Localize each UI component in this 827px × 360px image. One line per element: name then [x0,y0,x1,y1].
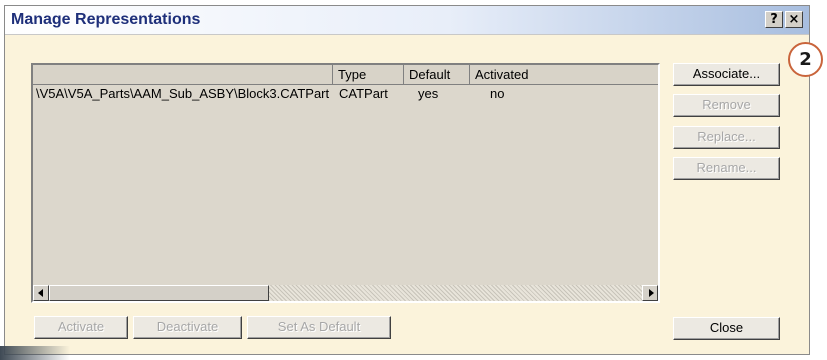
deactivate-button[interactable]: Deactivate [133,316,242,339]
arrow-left-icon [38,289,43,297]
horizontal-scrollbar[interactable] [33,285,658,301]
column-header-name[interactable] [33,65,333,85]
scroll-right-button[interactable] [642,285,658,301]
step-callout-badge: 2 [788,42,823,77]
window-title: Manage Representations [11,11,201,28]
scroll-left-button[interactable] [33,285,49,301]
column-header-type[interactable]: Type [333,65,404,85]
rename-button[interactable]: Rename... [673,157,780,180]
set-as-default-button[interactable]: Set As Default [247,316,391,339]
row-default[interactable]: yes [418,86,438,101]
scrollbar-track[interactable] [269,285,642,301]
scrollbar-thumb[interactable] [49,285,269,301]
row-type[interactable]: CATPart [339,86,388,101]
representations-list[interactable]: Type Default Activated \V5A\V5A_Parts\AA… [31,63,660,303]
close-window-button[interactable]: × [785,11,803,28]
help-button[interactable]: ? [765,11,783,28]
associate-button[interactable]: Associate... [673,63,780,86]
remove-button[interactable]: Remove [673,94,780,117]
replace-button[interactable]: Replace... [673,126,780,149]
column-header-activated[interactable]: Activated [470,65,658,85]
arrow-right-icon [649,289,654,297]
row-path[interactable]: \V5A\V5A_Parts\AAM_Sub_ASBY\Block3.CATPa… [36,86,329,101]
row-activated[interactable]: no [490,86,504,101]
close-button[interactable]: Close [673,317,780,340]
column-header-default[interactable]: Default [404,65,470,85]
bottom-left-shadow [0,346,70,360]
activate-button[interactable]: Activate [34,316,128,339]
title-bar[interactable]: Manage Representations ? × [5,6,809,35]
